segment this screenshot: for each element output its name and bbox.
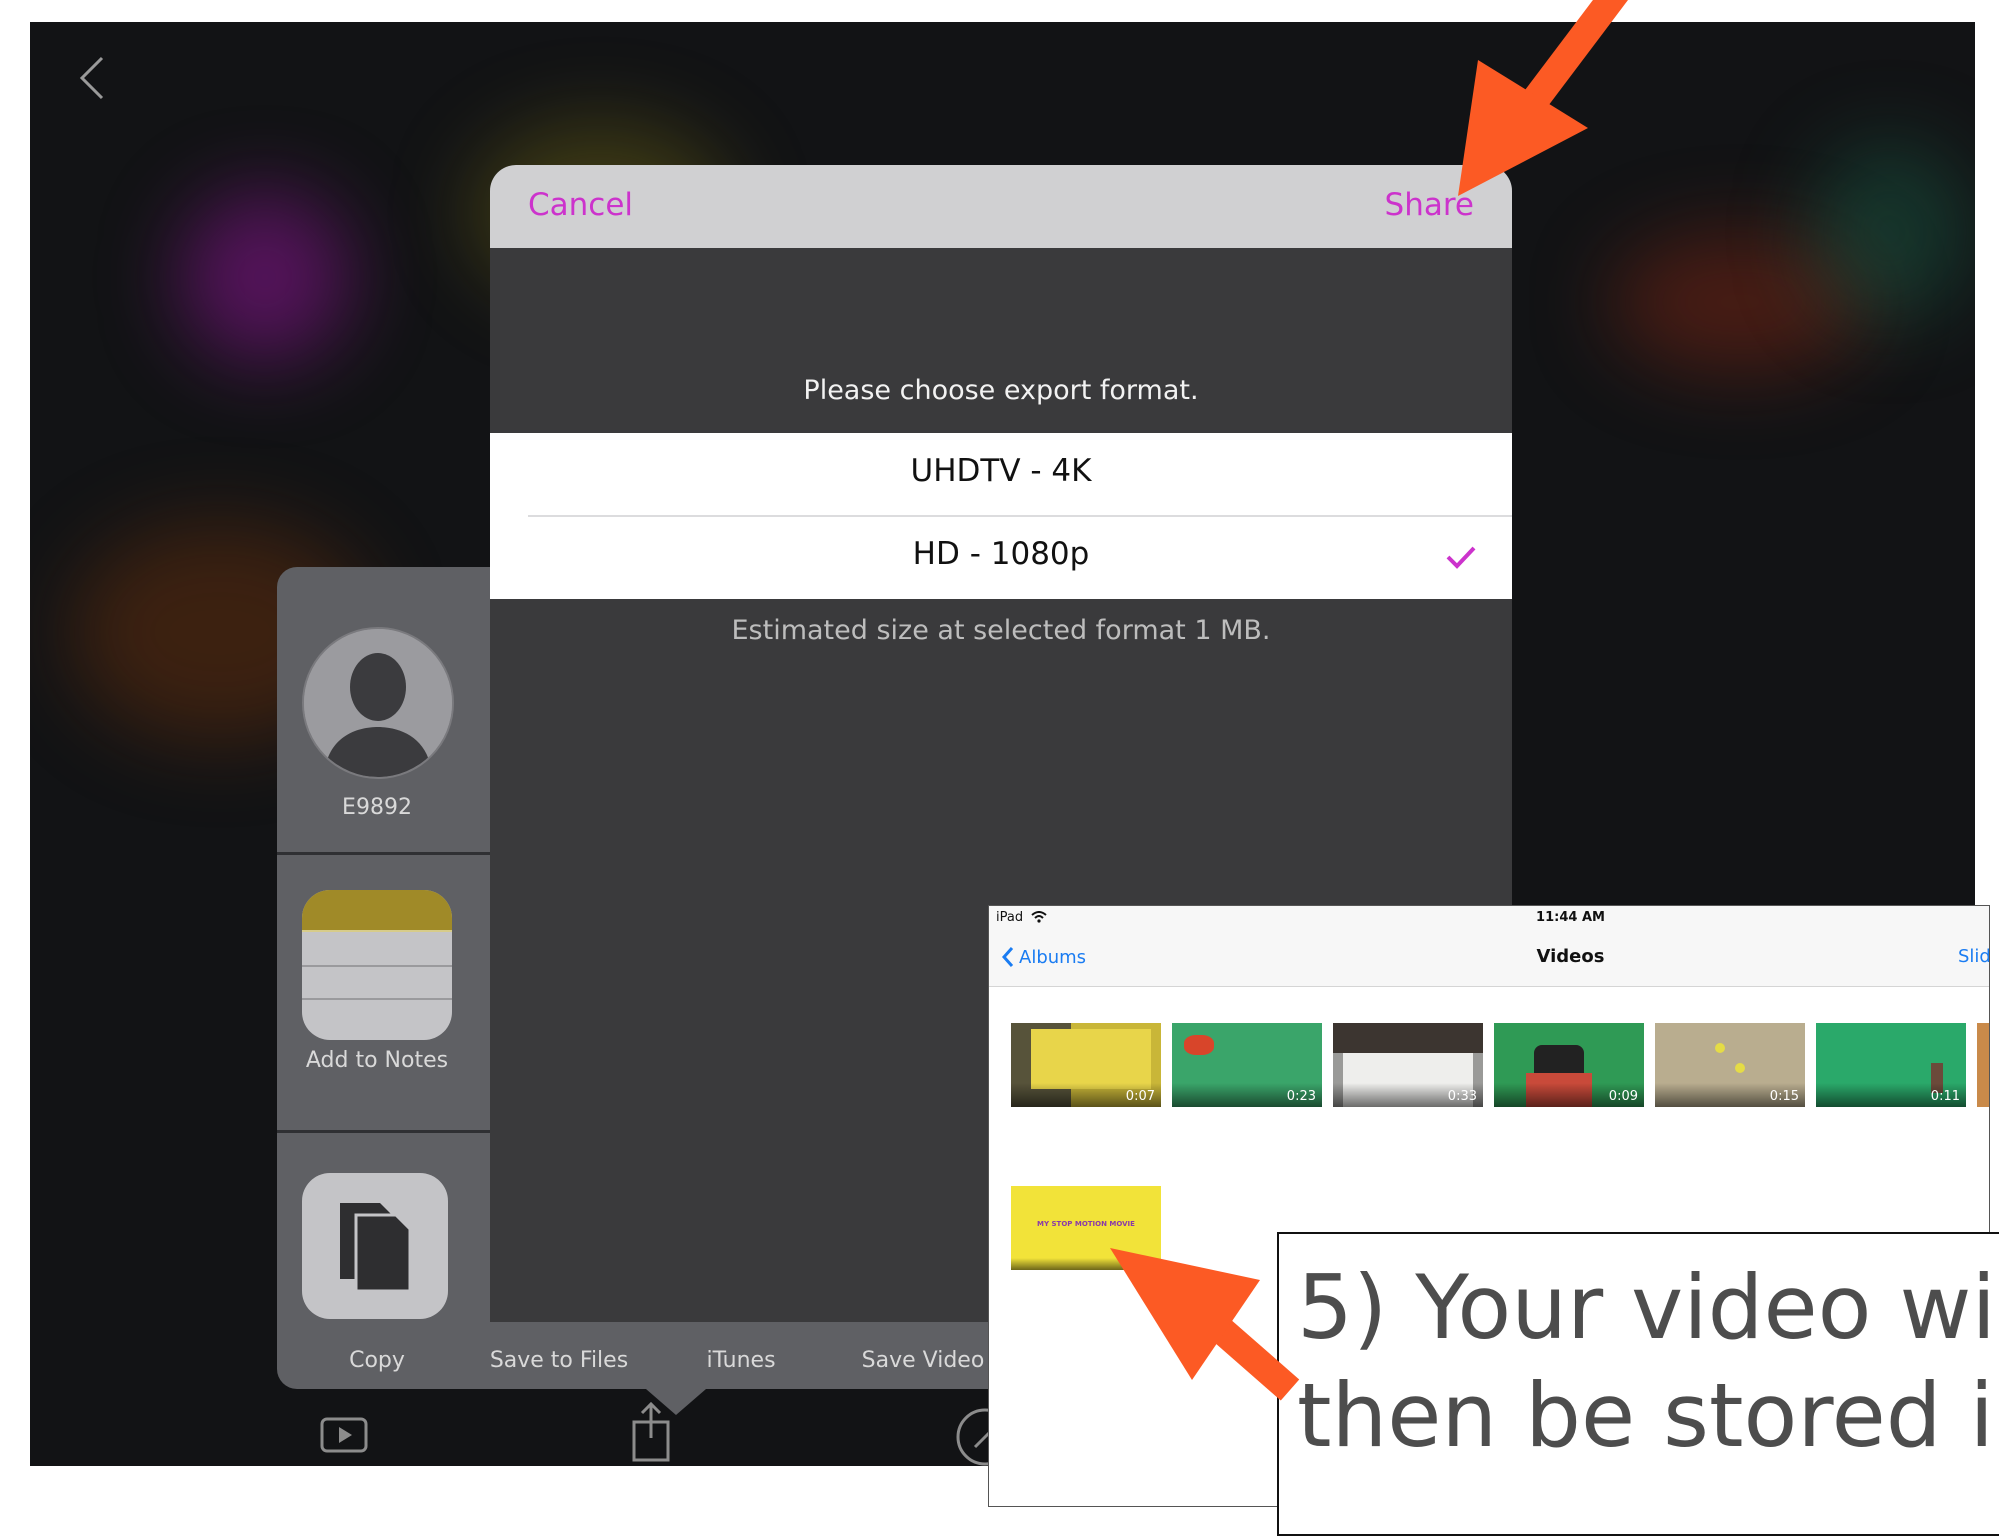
add-to-notes-button[interactable]: Add to Notes [277,855,477,1130]
video-thumbnail[interactable]: 0:15 [1655,1023,1805,1107]
video-duration: 0:07 [1125,1089,1155,1104]
new-video-title: MY STOP MOTION MOVIE [1037,1220,1135,1228]
video-thumbnail[interactable]: 0:07 [1011,1023,1161,1107]
photos-nav-bar: Albums Videos Slide [989,930,1989,987]
video-duration: 0:15 [1769,1089,1799,1104]
format-list: UHDTV - 4K HD - 1080p [490,433,1512,599]
video-thumbnail[interactable]: 0:11 [1816,1023,1966,1107]
cancel-button[interactable]: Cancel [528,187,633,223]
contact-name: E9892 [342,795,412,820]
contact-avatar[interactable] [302,627,454,779]
back-chevron-icon[interactable] [72,48,122,108]
dialog-header: Cancel Share [490,165,1512,248]
export-prompt: Please choose export format. [803,375,1199,406]
video-thumbnail[interactable] [1977,1023,1989,1107]
save-to-files-label: Save to Files [489,1348,629,1373]
video-thumbnail[interactable]: 0:09 [1494,1023,1644,1107]
video-duration: 0:11 [1930,1089,1960,1104]
annotation-arrow-share [1458,0,1628,196]
slideshow-button[interactable]: Slide [1958,946,1989,967]
video-duration: 0:23 [1286,1089,1316,1104]
format-label: HD - 1080p [912,536,1090,572]
format-label: UHDTV - 4K [910,453,1092,489]
annotation-arrow-video [1110,1248,1300,1401]
copy-icon [302,1173,448,1319]
itunes-button[interactable]: iTunes [641,1333,841,1383]
caption-text: 5) Your video wi then be stored in [1297,1254,1999,1470]
copy-label: Copy [349,1348,405,1373]
notes-icon [302,890,452,1040]
video-thumbnail[interactable]: 0:23 [1172,1023,1322,1107]
video-duration: 0:09 [1608,1089,1638,1104]
play-icon[interactable] [320,1417,368,1453]
caption-line-1: 5) Your video wi [1297,1256,1996,1359]
person-icon [304,629,452,777]
copy-button[interactable]: Copy [277,1133,477,1389]
format-option-4k[interactable]: UHDTV - 4K [490,433,1512,517]
itunes-label: iTunes [706,1348,776,1373]
status-time: 11:44 AM [1536,910,1605,925]
add-to-notes-label: Add to Notes [305,1048,449,1073]
size-estimate: Estimated size at selected format 1 MB. [731,615,1271,646]
photos-title: Videos [1536,946,1605,967]
checkmark-icon [1446,546,1476,569]
status-bar: iPad 11:44 AM [989,906,1989,930]
share-sheet-pointer [646,1389,706,1415]
video-duration: 0:33 [1447,1089,1477,1104]
format-option-1080p[interactable]: HD - 1080p [490,516,1512,599]
background-glow [180,192,350,362]
video-thumbnail[interactable]: 0:33 [1333,1023,1483,1107]
instruction-caption: 5) Your video wi then be stored in [1277,1232,1999,1536]
background-glow [1810,142,1970,322]
caption-line-2: then be stored in [1297,1364,1999,1467]
save-to-files-button[interactable]: Save to Files [459,1333,659,1383]
